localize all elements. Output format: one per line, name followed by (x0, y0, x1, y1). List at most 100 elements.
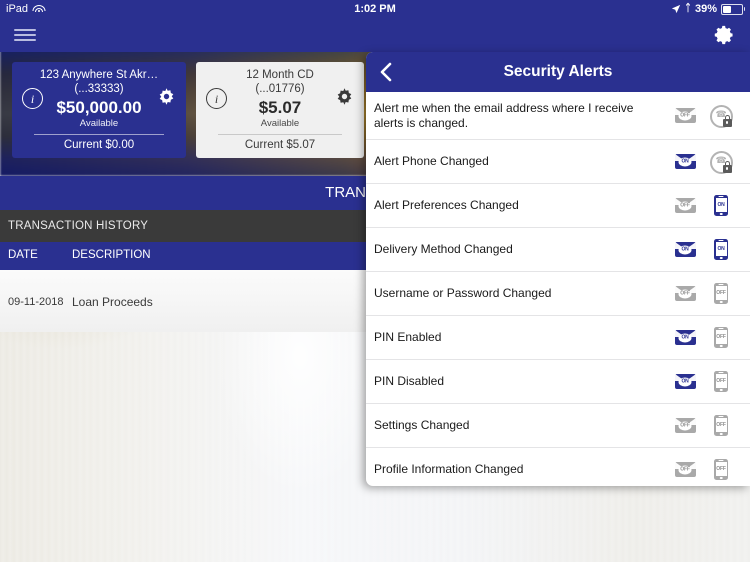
alert-icon-group: ON ☎ (674, 150, 742, 174)
phone-alert-toggle[interactable]: OFF (710, 282, 732, 306)
email-alert-toggle[interactable]: ON (674, 150, 696, 174)
phone-icon: OFF (714, 327, 728, 348)
phone-alert-toggle[interactable]: OFF (710, 326, 732, 350)
alert-label: Delivery Method Changed (374, 242, 513, 256)
phone-lock-icon: ☎ (710, 104, 733, 128)
phone-alert-toggle[interactable]: ON (710, 238, 732, 262)
email-alert-toggle[interactable]: ON (674, 370, 696, 394)
account-amount-label: Available (79, 118, 119, 129)
alert-label: Profile Information Changed (374, 462, 524, 476)
envelope-icon: ON (674, 154, 696, 169)
alert-row[interactable]: Delivery Method Changed ON ON (366, 228, 750, 272)
email-alert-toggle[interactable]: OFF (674, 414, 696, 438)
phone-icon: OFF (714, 371, 728, 392)
alert-label: Username or Password Changed (374, 286, 552, 300)
phone-icon: ON (714, 195, 728, 216)
phone-lock-icon: ☎ (710, 150, 733, 174)
email-state-badge: OFF (678, 201, 692, 210)
hamburger-menu-icon[interactable] (14, 26, 36, 44)
gear-icon[interactable] (335, 87, 354, 106)
alert-row[interactable]: Profile Information Changed OFF OFF (366, 448, 750, 486)
email-alert-toggle[interactable]: OFF (674, 104, 696, 128)
envelope-icon: OFF (674, 108, 696, 123)
alerts-list: Alert me when the email address where I … (366, 92, 750, 486)
email-state-badge: ON (678, 333, 692, 342)
email-state-badge: ON (678, 245, 692, 254)
account-current-balance: Current $5.07 (244, 139, 316, 151)
envelope-icon: OFF (674, 286, 696, 301)
envelope-icon: OFF (674, 198, 696, 213)
alert-row[interactable]: Alert Preferences Changed OFF ON (366, 184, 750, 228)
account-current-balance: Current $0.00 (63, 139, 135, 151)
phone-icon: OFF (714, 459, 728, 480)
phone-state-badge: OFF (715, 374, 727, 388)
phone-alert-locked[interactable]: ☎ (710, 150, 733, 174)
phone-icon: ON (714, 239, 728, 260)
alert-row[interactable]: PIN Disabled ON OFF (366, 360, 750, 404)
info-icon[interactable]: i (206, 88, 227, 109)
email-alert-toggle[interactable]: OFF (674, 282, 696, 306)
alert-label: Alert Phone Changed (374, 154, 489, 168)
alert-icon-group: OFF ☎ (674, 104, 742, 128)
gear-icon[interactable] (714, 24, 736, 46)
phone-state-badge: OFF (715, 286, 727, 300)
phone-state-badge: OFF (715, 462, 727, 476)
alert-label: PIN Enabled (374, 330, 442, 344)
email-state-badge: OFF (678, 111, 692, 120)
alert-label: PIN Disabled (374, 374, 445, 388)
alert-row[interactable]: Username or Password Changed OFF OFF (366, 272, 750, 316)
phone-icon: OFF (714, 283, 728, 304)
app-navbar (0, 18, 750, 52)
phone-icon: OFF (714, 415, 728, 436)
alert-icon-group: OFF OFF (674, 414, 742, 438)
account-number: (...01776) (255, 83, 305, 95)
column-header-description: DESCRIPTION (72, 249, 151, 261)
phone-state-badge: ON (715, 242, 727, 256)
alert-icon-group: OFF OFF (674, 282, 742, 306)
alert-icon-group: ON ON (674, 238, 742, 262)
info-icon[interactable]: i (22, 88, 43, 109)
transaction-description: Loan Proceeds (72, 295, 153, 309)
account-amount: $50,000.00 (56, 98, 142, 117)
email-state-badge: ON (678, 377, 692, 386)
alert-row[interactable]: Settings Changed OFF OFF (366, 404, 750, 448)
column-header-date: DATE (8, 249, 38, 261)
email-state-badge: ON (678, 157, 692, 166)
phone-alert-toggle[interactable]: OFF (710, 370, 732, 394)
envelope-icon: ON (674, 330, 696, 345)
phone-state-badge: ON (715, 198, 727, 212)
account-amount-label: Available (260, 118, 300, 129)
account-name: 123 Anywhere St Akr… (39, 69, 159, 81)
status-bar: iPad 1:02 PM ᛏ 39% (0, 0, 750, 18)
email-alert-toggle[interactable]: OFF (674, 194, 696, 218)
alert-label: Alert me when the email address where I … (374, 100, 634, 130)
alert-label: Settings Changed (374, 418, 470, 432)
panel-header: Security Alerts (366, 52, 750, 92)
alert-row[interactable]: Alert me when the email address where I … (366, 92, 750, 140)
email-alert-toggle[interactable]: ON (674, 326, 696, 350)
email-state-badge: OFF (678, 421, 692, 430)
alert-row[interactable]: PIN Enabled ON OFF (366, 316, 750, 360)
phone-alert-toggle[interactable]: OFF (710, 458, 732, 482)
status-bar-right: ᛏ 39% (671, 3, 745, 15)
security-alerts-panel: Security Alerts Alert me when the email … (366, 52, 750, 486)
alert-label: Alert Preferences Changed (374, 198, 519, 212)
location-arrow-icon (671, 4, 681, 14)
account-card-checking[interactable]: i 123 Anywhere St Akr… (...33333) $50,00… (12, 62, 186, 158)
alert-icon-group: OFF OFF (674, 458, 742, 482)
phone-alert-toggle[interactable]: ON (710, 194, 732, 218)
account-name: 12 Month CD (246, 69, 314, 81)
alert-icon-group: OFF ON (674, 194, 742, 218)
email-alert-toggle[interactable]: ON (674, 238, 696, 262)
alert-icon-group: ON OFF (674, 326, 742, 350)
phone-alert-toggle[interactable]: OFF (710, 414, 732, 438)
account-card-cd[interactable]: i 12 Month CD (...01776) $5.07 Available… (196, 62, 364, 158)
app-root: iPad 1:02 PM ᛏ 39% i 123 Anywhere St Akr… (0, 0, 750, 562)
alert-row[interactable]: Alert Phone Changed ON ☎ (366, 140, 750, 184)
transaction-date: 09-11-2018 (8, 296, 64, 308)
email-state-badge: OFF (678, 289, 692, 298)
phone-alert-locked[interactable]: ☎ (710, 104, 733, 128)
gear-icon[interactable] (157, 87, 176, 106)
email-alert-toggle[interactable]: OFF (674, 458, 696, 482)
status-bar-time: 1:02 PM (354, 3, 396, 15)
